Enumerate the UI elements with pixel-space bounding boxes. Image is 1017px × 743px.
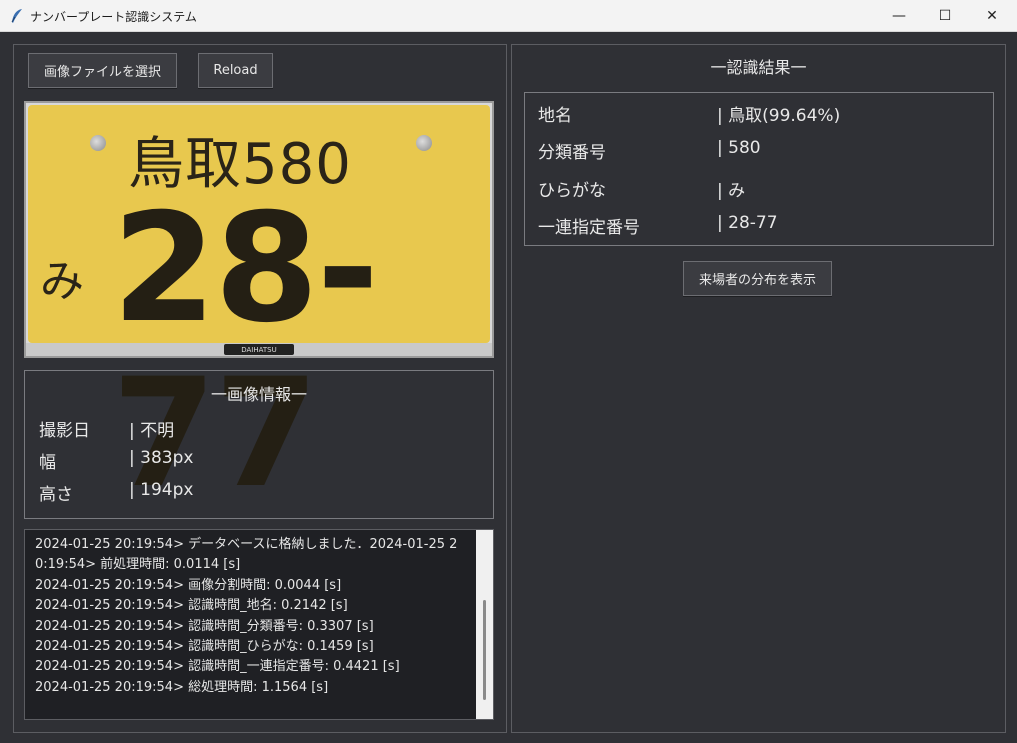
reload-button[interactable]: Reload (198, 53, 273, 88)
log-lines: 2024-01-25 20:19:54> データベースに格納しました．2024-… (35, 535, 475, 698)
maximize-button[interactable]: ☐ (922, 0, 968, 32)
result-heading: 一認識結果一 (710, 58, 807, 77)
info-value: | 194px (129, 480, 194, 500)
log-textbox[interactable]: 2024-01-25 20:19:54> データベースに格納しました．2024-… (24, 529, 494, 720)
log-line: 2024-01-25 20:19:54> 画像分割時間: 0.0044 [s] (35, 577, 342, 593)
result-value: | 鳥取(99.64%) (717, 106, 841, 126)
info-key: 幅 (39, 453, 56, 473)
show-distribution-button[interactable]: 来場者の分布を表示 (683, 261, 832, 296)
result-box: 地名 | 鳥取(99.64%) 分類番号 | 580 ひらがな | み 一連指定… (524, 92, 994, 246)
feather-icon (11, 9, 22, 23)
plate-image: 鳥取580 み 28-77 DAIHATSU (24, 101, 494, 517)
log-line: 2024-01-25 20:19:54> 認識時間_ひらがな: 0.1459 [… (35, 639, 374, 655)
log-line: 2024-01-25 20:19:54> 認識時間_一連指定番号: 0.4421… (35, 659, 400, 675)
result-key: 一連指定番号 (538, 218, 640, 238)
info-key: 撮影日 (39, 421, 90, 441)
title-bar: ナンバープレート認識システム — ☐ ✕ (0, 0, 1017, 32)
select-image-button[interactable]: 画像ファイルを選択 (28, 53, 177, 88)
brand-badge: DAIHATSU (224, 344, 294, 355)
bolt-icon (90, 135, 106, 151)
plate-frame-strip: DAIHATSU (26, 343, 492, 356)
close-icon: ✕ (986, 8, 998, 24)
maximize-icon: ☐ (938, 8, 952, 24)
log-line: 2024-01-25 20:19:54> 総処理時間: 1.1564 [s] (35, 679, 329, 695)
image-info-heading: 一画像情報一 (210, 385, 307, 404)
result-value: | 28-77 (717, 213, 778, 233)
log-line: 2024-01-25 20:19:54> データベースに格納しました．2024-… (35, 537, 458, 552)
log-line: 2024-01-25 20:19:54> 認識時間_分類番号: 0.3307 [… (35, 618, 374, 634)
result-key: 分類番号 (538, 143, 606, 163)
info-value: | 不明 (129, 421, 175, 441)
result-key: 地名 (538, 106, 572, 126)
image-info-box: 一画像情報一 撮影日 | 不明 幅 | 383px 高さ | 194px (24, 370, 494, 519)
result-value: | 580 (717, 138, 761, 158)
minimize-icon: — (892, 8, 906, 24)
info-value: | 383px (129, 448, 194, 468)
window-title: ナンバープレート認識システム (30, 10, 197, 24)
minimize-button[interactable]: — (876, 0, 922, 32)
close-button[interactable]: ✕ (969, 0, 1015, 32)
plate-hiragana: み (40, 256, 84, 307)
license-plate: 鳥取580 み 28-77 (28, 105, 490, 517)
info-key: 高さ (39, 485, 73, 505)
scrollbar-thumb[interactable] (483, 600, 486, 700)
result-value: | み (717, 181, 746, 201)
log-line: 2024-01-25 20:19:54> 認識時間_地名: 0.2142 [s] (35, 598, 348, 614)
result-key: ひらがな (538, 181, 606, 201)
client-area: 画像ファイルを選択 Reload 鳥取580 み 28-77 DAIHATSU … (0, 32, 1017, 743)
bolt-icon (416, 135, 432, 151)
log-line: 0:19:54> 前処理時間: 0.0114 [s] (35, 557, 241, 573)
log-scrollbar[interactable] (476, 530, 493, 719)
